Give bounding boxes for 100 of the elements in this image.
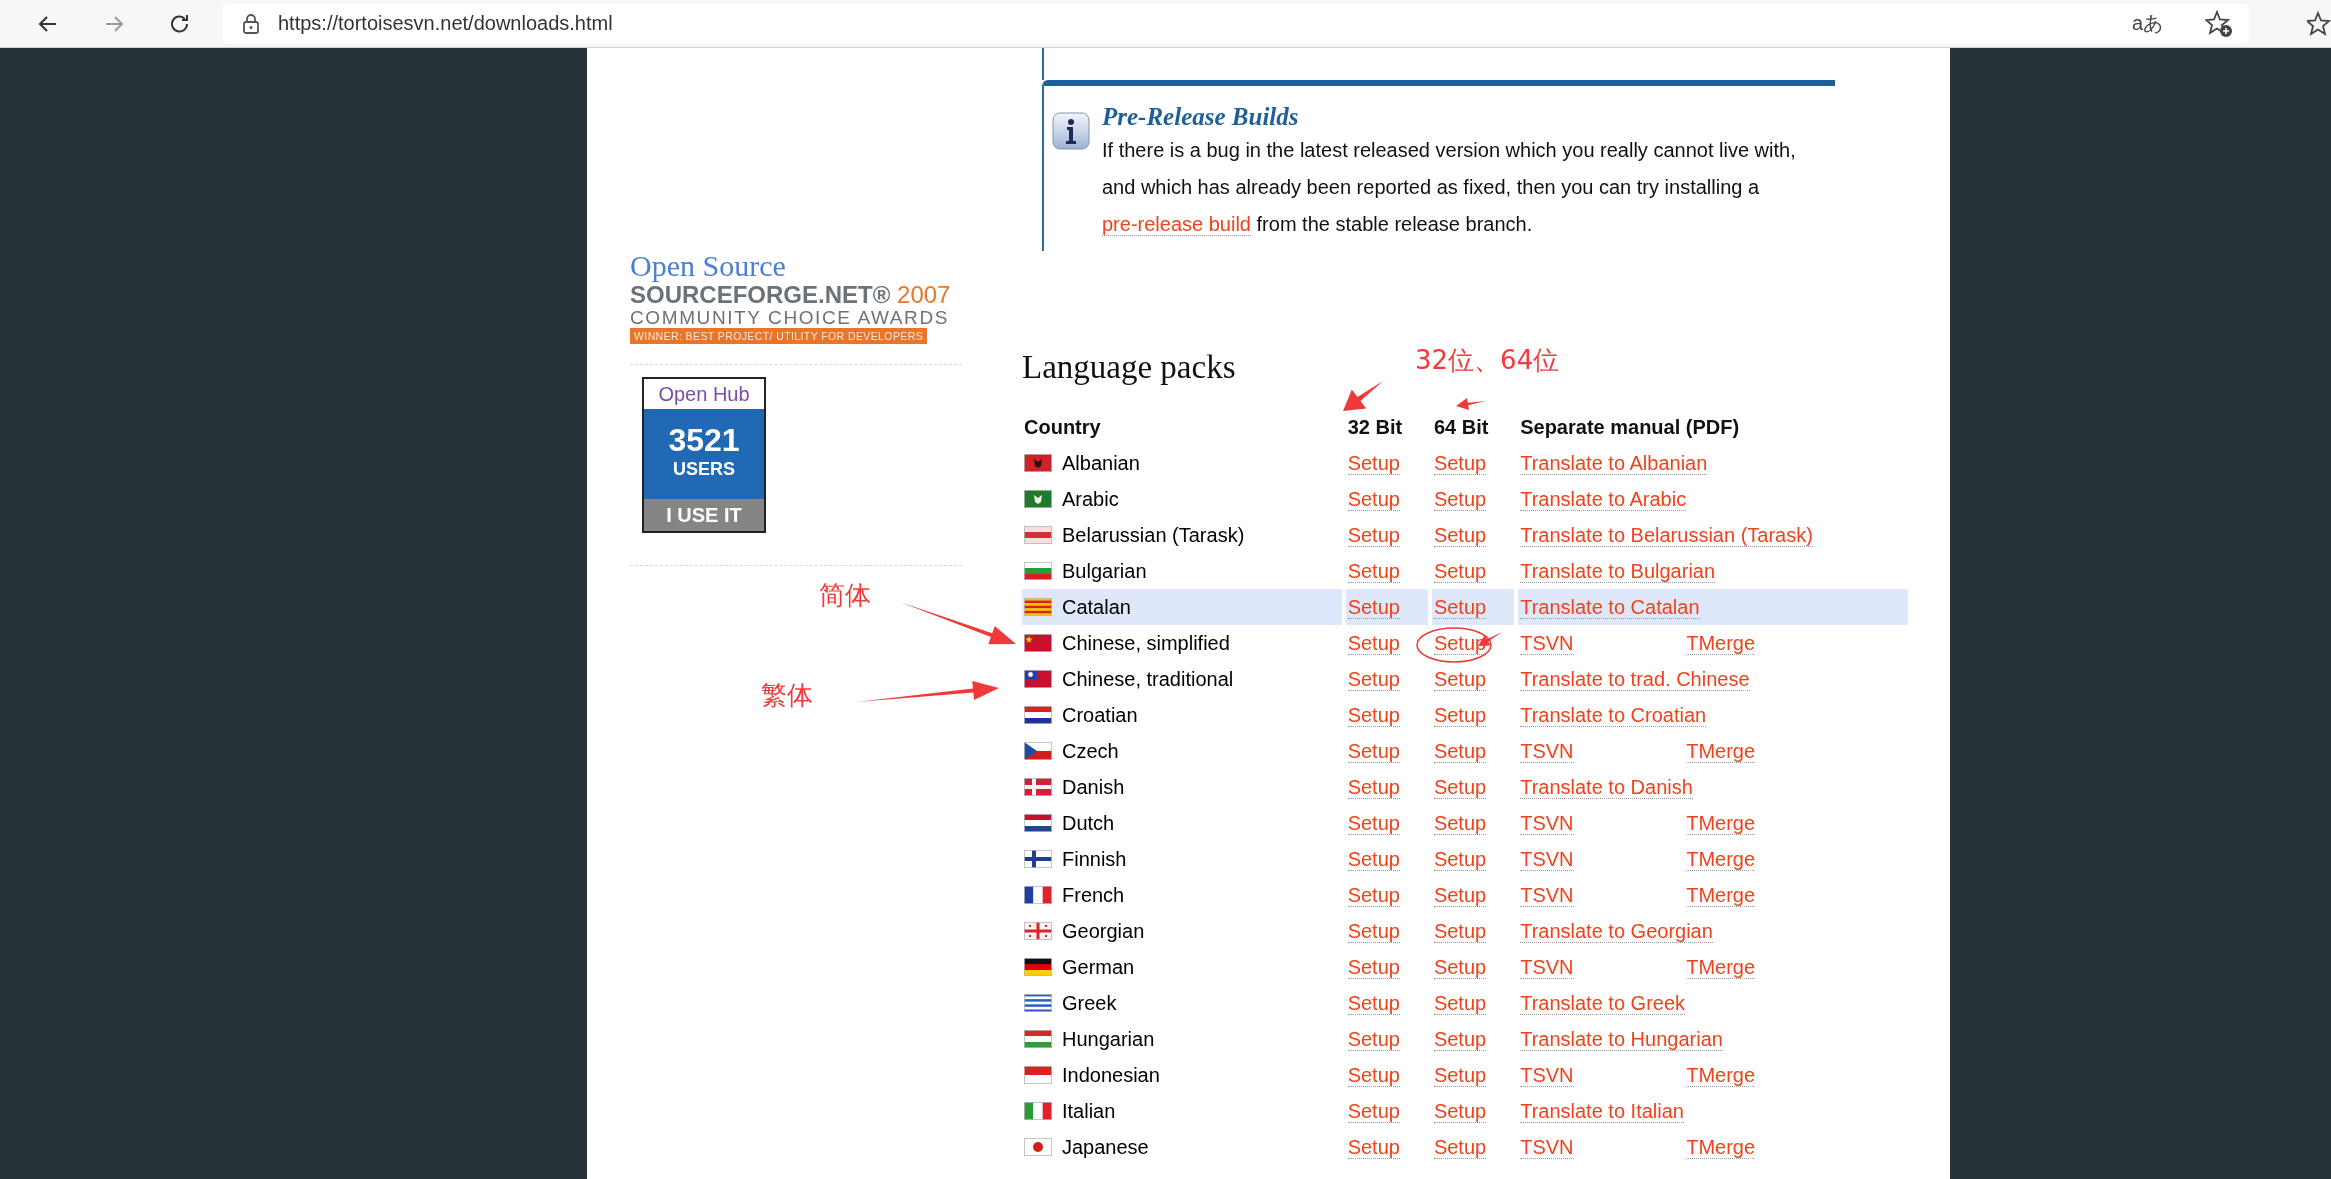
flag-icon (1024, 1102, 1052, 1120)
manual-link[interactable]: TSVN (1520, 1135, 1574, 1159)
manual-link[interactable]: TSVN (1520, 811, 1574, 835)
setup-link[interactable]: Setup (1347, 991, 1400, 1015)
country-name: Dutch (1062, 811, 1115, 835)
manual-link[interactable]: Translate to Albanian (1520, 451, 1708, 475)
manual-link[interactable]: Translate to Arabic (1520, 487, 1687, 511)
favorites-icon[interactable] (2307, 10, 2331, 37)
country-name: Chinese, traditional (1062, 667, 1234, 691)
winner-banner: WINNER: BEST PROJECT/ UTILITY FOR DEVELOPERS (630, 328, 928, 344)
manual-link[interactable]: Translate to Italian (1520, 1099, 1684, 1123)
info-text: If there is a bug in the latest released version which you really cannot live with, and which has already been reported as fixed, then you can try installing a pre-release build from the stable release branch. (1102, 138, 1797, 238)
i-use-it-button[interactable]: I USE IT (644, 499, 764, 531)
manual-link[interactable]: Translate to Belarussian (Tarask) (1520, 523, 1813, 547)
setup-link[interactable]: Setup (1347, 1099, 1400, 1123)
country-name: Finnish (1062, 847, 1127, 871)
manual-link[interactable]: Translate to Georgian (1520, 919, 1713, 943)
open-hub-badge[interactable]: Open Hub 3521 USERS I USE IT (642, 377, 766, 533)
setup-link[interactable]: Setup (1347, 955, 1400, 979)
setup-link[interactable]: Setup (1347, 1135, 1400, 1159)
setup-link[interactable]: Setup (1347, 883, 1400, 907)
flag-icon (1024, 634, 1052, 652)
setup-link[interactable]: Setup (1347, 775, 1400, 799)
read-aloud-button[interactable]: aあ (2131, 10, 2163, 37)
pre-release-link[interactable]: pre-release build (1102, 213, 1251, 236)
sourceforge-logo-text: SOURCEFORGE.NET® 2007 (630, 282, 952, 308)
setup-link[interactable]: Setup (1433, 1099, 1487, 1123)
setup-link[interactable]: Setup (1347, 1027, 1400, 1051)
setup-link[interactable]: Setup (1433, 811, 1487, 835)
setup-link[interactable]: Setup (1433, 991, 1487, 1015)
setup-link[interactable]: Setup (1433, 1063, 1487, 1087)
setup-link[interactable]: Setup (1433, 703, 1487, 727)
setup-link[interactable]: Setup (1347, 559, 1400, 583)
setup-link[interactable]: Setup (1433, 523, 1487, 547)
setup-link[interactable]: Setup (1347, 703, 1400, 727)
annotation-label: 繁体 (761, 679, 813, 712)
country-name: Hungarian (1062, 1027, 1155, 1051)
add-favorite-icon[interactable] (2205, 9, 2233, 38)
setup-link[interactable]: Setup (1433, 559, 1487, 583)
flag-icon (1024, 1138, 1052, 1156)
manual-link[interactable]: TSVN (1520, 883, 1574, 907)
setup-link[interactable]: Setup (1433, 883, 1487, 907)
manual-link[interactable]: TMerge (1686, 811, 1756, 835)
setup-link[interactable]: Setup (1347, 631, 1400, 655)
manual-link[interactable]: TSVN (1520, 955, 1574, 979)
flag-icon (1024, 1066, 1052, 1084)
manual-link[interactable]: TMerge (1686, 1063, 1756, 1087)
info-icon (1052, 112, 1090, 150)
country-name: Arabic (1062, 487, 1119, 511)
setup-link[interactable]: Setup (1433, 1135, 1487, 1159)
setup-link[interactable]: Setup (1347, 1063, 1400, 1087)
award-text: COMMUNITY CHOICE AWARDS (630, 308, 950, 328)
setup-link[interactable]: Setup (1433, 847, 1487, 871)
info-title: Pre-Release Builds (1102, 102, 1300, 132)
flag-icon (1024, 850, 1052, 868)
setup-link[interactable]: Setup (1433, 1027, 1487, 1051)
setup-link[interactable]: Setup (1347, 811, 1400, 835)
column-header: Separate manual (PDF) (1519, 414, 1741, 440)
flag-icon (1024, 454, 1052, 472)
setup-link[interactable]: Setup (1433, 775, 1487, 799)
manual-link[interactable]: TMerge (1686, 883, 1756, 907)
setup-link[interactable]: Setup (1433, 487, 1487, 511)
setup-link[interactable]: Setup (1347, 739, 1400, 763)
open-source-text: Open Source (630, 250, 787, 282)
manual-link[interactable]: Translate to Croatian (1520, 703, 1707, 727)
annotation-arrow (1456, 398, 1486, 410)
manual-link[interactable]: Translate to trad. Chinese (1520, 667, 1750, 691)
address-bar[interactable]: https://tortoisesvn.net/downloads.html aあ (222, 3, 2249, 44)
setup-link[interactable]: Setup (1433, 739, 1487, 763)
setup-link[interactable]: Setup (1433, 667, 1487, 691)
setup-link[interactable]: Setup (1347, 523, 1400, 547)
setup-link[interactable]: Setup (1433, 919, 1487, 943)
setup-link[interactable]: Setup (1433, 451, 1487, 475)
manual-link[interactable]: Translate to Bulgarian (1520, 559, 1716, 583)
manual-link[interactable]: TSVN (1520, 847, 1574, 871)
country-name: German (1062, 955, 1135, 979)
badge-title: Open Hub (657, 382, 751, 407)
flag-icon (1024, 886, 1052, 904)
manual-link[interactable]: TMerge (1686, 955, 1756, 979)
setup-link[interactable]: Setup (1347, 451, 1400, 475)
manual-link[interactable]: TSVN (1520, 631, 1574, 655)
country-name: Italian (1062, 1099, 1116, 1123)
country-name: Greek (1062, 991, 1117, 1015)
manual-link[interactable]: TMerge (1686, 631, 1756, 655)
manual-link[interactable]: TSVN (1520, 1063, 1574, 1087)
manual-link[interactable]: Translate to Hungarian (1520, 1027, 1723, 1051)
country-name: Bulgarian (1062, 559, 1147, 583)
setup-link[interactable]: Setup (1347, 487, 1400, 511)
column-header: 32 Bit (1346, 414, 1404, 440)
manual-link[interactable]: Translate to Danish (1520, 775, 1693, 799)
setup-link[interactable]: Setup (1433, 955, 1487, 979)
setup-link[interactable]: Setup (1347, 667, 1400, 691)
annotation-label: 简体 (819, 579, 871, 612)
manual-link[interactable]: TMerge (1686, 739, 1756, 763)
manual-link[interactable]: TSVN (1520, 739, 1574, 763)
setup-link[interactable]: Setup (1347, 847, 1400, 871)
manual-link[interactable]: TMerge (1686, 1135, 1756, 1159)
setup-link[interactable]: Setup (1347, 919, 1400, 943)
manual-link[interactable]: TMerge (1686, 847, 1756, 871)
manual-link[interactable]: Translate to Greek (1520, 991, 1686, 1015)
